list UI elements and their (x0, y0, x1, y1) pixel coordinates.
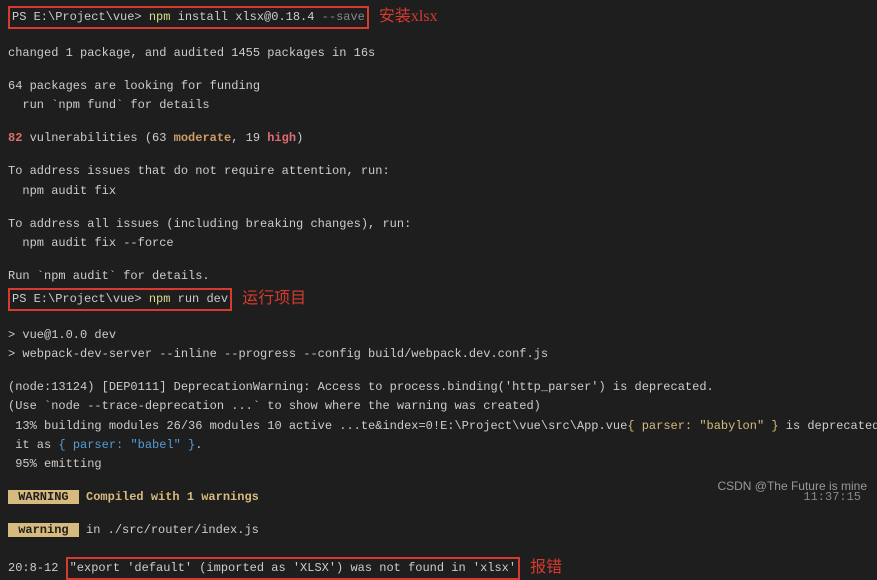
watermark: CSDN @The Future is mine (717, 477, 867, 496)
build-progress-line: it as { parser: "babel" }. (8, 436, 869, 455)
text: , 19 (231, 131, 267, 145)
warning-badge: WARNING (8, 490, 79, 504)
annotation-install: 安装xlsx (379, 8, 438, 25)
parser-value: "babylon" (699, 419, 764, 433)
output-line: Run `npm audit` for details. (8, 267, 869, 286)
cmd-npm: npm (149, 10, 178, 24)
parser-brace: } (181, 438, 195, 452)
high-label: high (267, 131, 296, 145)
cmd-flag: --save (322, 10, 365, 24)
parser-brace: { parser: (627, 419, 699, 433)
highlight-box-rundev: PS E:\Project\vue> npm run dev (8, 288, 232, 311)
prompt-path: PS E:\Project\vue> (12, 292, 149, 306)
parser-brace: { parser: (58, 438, 130, 452)
text: it as (8, 438, 58, 452)
annotation-rundev: 运行项目 (242, 290, 306, 307)
prompt-line-1: PS E:\Project\vue> npm install xlsx@0.18… (8, 4, 869, 30)
cmd-npm: npm (149, 292, 178, 306)
text: is deprecated; we now treat (779, 419, 877, 433)
output-line: To address all issues (including breakin… (8, 215, 869, 234)
cmd-args: run dev (178, 292, 228, 306)
warning-badge: warning (8, 523, 79, 537)
error-line: 20:8-12 "export 'default' (imported as '… (8, 555, 869, 580)
warning-file: in ./src/router/index.js (79, 523, 259, 537)
deprecation-warning: (node:13124) [DEP0111] DeprecationWarnin… (8, 378, 869, 397)
annotation-error: 报错 (530, 559, 562, 576)
build-progress-line: 13% building modules 26/36 modules 10 ac… (8, 417, 869, 436)
prompt-path: PS E:\Project\vue> (12, 10, 149, 24)
highlight-box-error: "export 'default' (imported as 'XLSX') w… (66, 557, 520, 580)
parser-brace: } (764, 419, 778, 433)
error-message: "export 'default' (imported as 'XLSX') w… (70, 561, 516, 575)
error-position: 20:8-12 (8, 561, 66, 575)
vuln-count: 82 (8, 131, 22, 145)
vulnerabilities-line: 82 vulnerabilities (63 moderate, 19 high… (8, 129, 869, 148)
output-line: changed 1 package, and audited 1455 pack… (8, 44, 869, 63)
output-line: run `npm fund` for details (8, 96, 869, 115)
text: 13% building modules 26/36 modules 10 ac… (8, 419, 627, 433)
output-line: > webpack-dev-server --inline --progress… (8, 345, 869, 364)
output-line: npm audit fix --force (8, 234, 869, 253)
moderate-label: moderate (174, 131, 232, 145)
prompt-line-2: PS E:\Project\vue> npm run dev 运行项目 (8, 286, 869, 312)
file-warning-line: warning in ./src/router/index.js (8, 521, 869, 540)
output-line: To address issues that do not require at… (8, 162, 869, 181)
parser-value: "babel" (130, 438, 180, 452)
highlight-box-install: PS E:\Project\vue> npm install xlsx@0.18… (8, 6, 369, 29)
emitting-line: 95% emitting (8, 455, 869, 474)
output-line: npm audit fix (8, 182, 869, 201)
output-line: (Use `node --trace-deprecation ...` to s… (8, 397, 869, 416)
cmd-args: install xlsx@0.18.4 (178, 10, 322, 24)
output-line: 64 packages are looking for funding (8, 77, 869, 96)
warning-text: Compiled with 1 warnings (79, 490, 259, 504)
output-line: > vue@1.0.0 dev (8, 326, 869, 345)
text: ) (296, 131, 303, 145)
text: vulnerabilities (63 (22, 131, 173, 145)
text: . (195, 438, 202, 452)
